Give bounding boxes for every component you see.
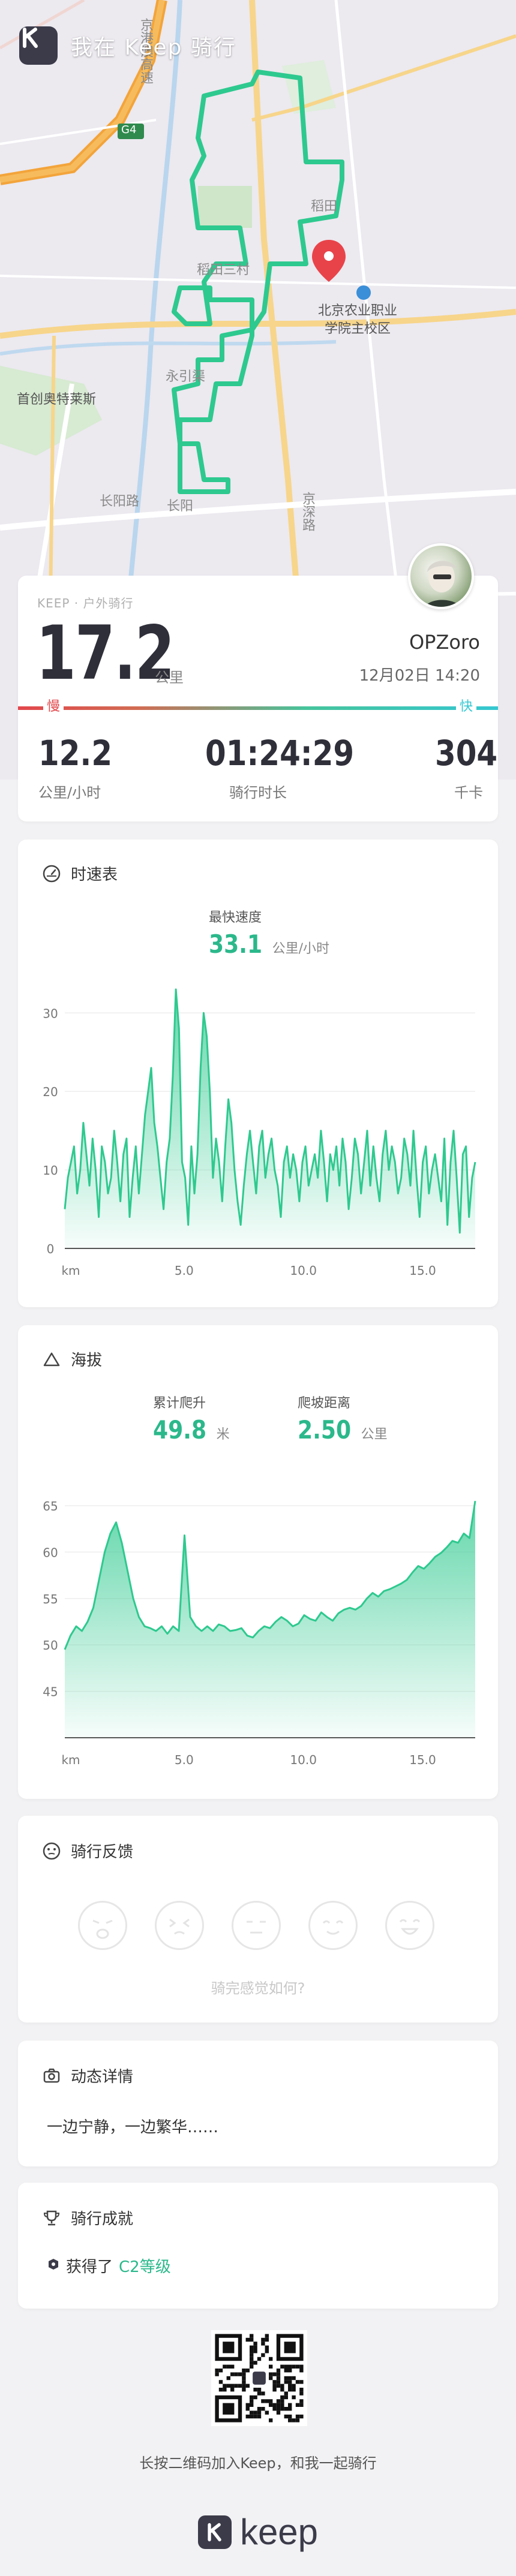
y-tick-label: 55 [43, 1592, 58, 1606]
stat-label: 千卡 [454, 784, 483, 801]
map-label-school-line2: 学院主校区 [325, 321, 391, 336]
series-area [65, 989, 475, 1248]
brand-label: KEEP · 户外骑行 [37, 596, 134, 610]
y-tick-label: 0 [47, 1242, 55, 1256]
stat-value: 304 [435, 733, 498, 774]
summary-card: KEEP · 户外骑行 17.2 公里 OPZoro 12月02日 14:20 … [18, 576, 498, 821]
map-label-school: 北京农业职业 学院主校区 [318, 302, 397, 338]
stat-value: 01:24:29 [205, 733, 355, 774]
road [0, 275, 516, 289]
footer-logo: keep [0, 2511, 516, 2553]
road [0, 489, 516, 531]
speed-chart[interactable]: 0 10 20 30 5.0 10.0 15.0 km [18, 839, 498, 1307]
keep-logo-icon [19, 26, 58, 65]
park-area [198, 186, 252, 228]
y-tick-label: 65 [43, 1499, 58, 1513]
x-tick-label: 15.0 [409, 1753, 436, 1767]
stat-calories: 304 千卡 [435, 733, 508, 802]
footer-brand: keep [239, 2512, 319, 2552]
smile-icon [42, 1841, 61, 1861]
y-tick-label: 20 [43, 1085, 58, 1099]
face-neutral-icon[interactable] [232, 1901, 281, 1950]
y-tick-label: 45 [43, 1685, 58, 1699]
stat-label: 公里/小时 [38, 784, 101, 801]
feedback-card-header: 骑行反馈 [42, 1840, 133, 1862]
distance-unit: 公里 [155, 669, 184, 686]
moment-text: 一边宁静，一边繁华…… [47, 2118, 219, 2136]
altitude-chart[interactable]: 45 50 55 60 65 5.0 10.0 15.0 km [18, 1325, 498, 1799]
map-label-outlet: 首创奥特莱斯 [17, 392, 97, 407]
x-axis-label: km [61, 1753, 80, 1767]
share-text: 长按二维码加入Keep，和我一起骑行 [139, 2455, 377, 2472]
feedback-card-title: 骑行反馈 [71, 1843, 134, 1861]
header-title: 我在 Keep 骑行 [71, 35, 236, 60]
moment-card[interactable]: 动态详情 一边宁静，一边繁华…… [18, 2041, 498, 2166]
achievement-card-title: 骑行成就 [71, 2210, 134, 2228]
achievement-card[interactable]: 骑行成就 获得了 C2等级 [18, 2183, 498, 2309]
face-tired-icon[interactable] [155, 1901, 204, 1950]
avatar[interactable] [408, 543, 474, 609]
stat-duration: 01:24:29 骑行时长 [205, 733, 379, 802]
map-label-daotian: 稻田 [311, 199, 338, 214]
y-tick-label: 10 [43, 1163, 58, 1178]
keep-logo-icon [197, 2515, 232, 2549]
badge-icon [47, 2257, 60, 2275]
moment-card-title: 动态详情 [71, 2068, 134, 2086]
x-tick-label: 5.0 [175, 1753, 194, 1767]
face-good-icon[interactable] [308, 1901, 358, 1950]
y-tick-label: 30 [43, 1006, 58, 1021]
map-label-yongyin: 永引渠 [166, 369, 206, 384]
map-label-jingshen-road: 京深路 [300, 492, 315, 531]
username[interactable]: OPZoro [409, 631, 480, 654]
x-tick-label: 15.0 [409, 1263, 436, 1278]
river [0, 340, 337, 356]
series-area [65, 1501, 475, 1738]
stat-label: 骑行时长 [229, 784, 287, 801]
slow-label: 慢 [43, 696, 64, 715]
achievement-card-header: 骑行成就 [42, 2207, 133, 2229]
face-great-icon[interactable] [385, 1901, 434, 1950]
x-axis-label: km [61, 1263, 80, 1278]
face-exhausted-icon[interactable] [78, 1901, 127, 1950]
x-tick-label: 5.0 [175, 1263, 194, 1278]
map-label-changyang: 长阳 [167, 499, 194, 514]
map-label-school-line1: 北京农业职业 [318, 303, 398, 318]
speed-gradient-bar [18, 706, 498, 710]
pin-icon[interactable] [312, 240, 346, 282]
x-tick-label: 10.0 [290, 1263, 317, 1278]
y-tick-label: 50 [43, 1638, 58, 1653]
speed-card: 时速表 最快速度 33.1 公里/小时 0 10 20 30 5.0 10.0 15.0 km [18, 839, 498, 1307]
achievement-prefix: 获得了 [66, 2258, 113, 2276]
stat-avg-speed: 12.2 公里/小时 [38, 733, 124, 802]
highway-badge-text: G4 [121, 124, 137, 136]
feedback-card: 骑行反馈 骑完感觉如何? [18, 1816, 498, 2023]
altitude-card: 海拔 累计爬升 49.8 米 爬坡距离 2.50 公里 45 50 55 60 65 5.0 1… [18, 1325, 498, 1799]
fast-label: 快 [455, 696, 476, 715]
distance-value: 17.2 [36, 610, 175, 697]
qr-code[interactable] [211, 2330, 307, 2426]
x-tick-label: 10.0 [290, 1753, 317, 1767]
feedback-question: 骑完感觉如何? [211, 1980, 305, 1997]
map-label-changyang-road: 长阳路 [100, 494, 140, 509]
stat-value: 12.2 [38, 733, 113, 774]
achievement-text: 获得了 C2等级 [47, 2255, 171, 2277]
y-tick-label: 60 [43, 1545, 58, 1560]
map-label-daotian-sancun: 稻田三村 [197, 263, 250, 278]
camera-icon [42, 2066, 61, 2086]
trophy-icon [42, 2208, 61, 2228]
moment-card-header: 动态详情 [42, 2065, 133, 2087]
achievement-level[interactable]: C2等级 [119, 2255, 171, 2277]
header: 我在 Keep 骑行 [19, 26, 236, 65]
school-marker-icon [356, 285, 371, 300]
ride-date: 12月02日 14:20 [359, 667, 480, 685]
